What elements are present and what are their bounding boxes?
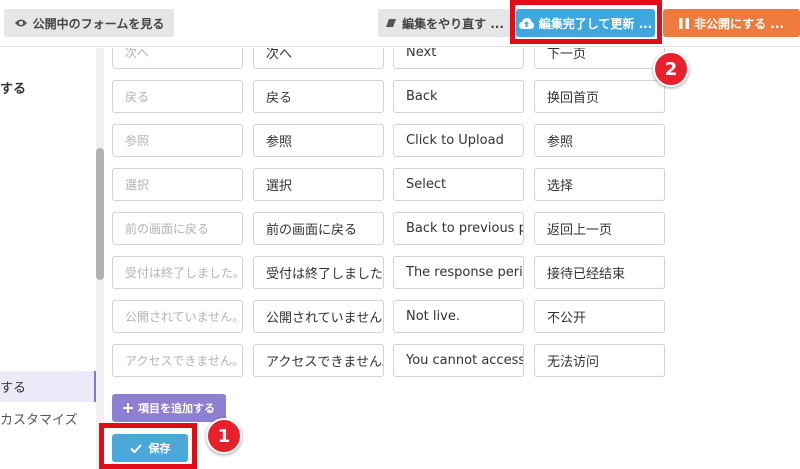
sidebar-title: する (0, 82, 27, 97)
make-private-button[interactable]: 非公開にする ... (663, 9, 800, 37)
highlight-box-save (99, 423, 197, 469)
placeholder-field[interactable]: 受付は終了しました。 (112, 256, 243, 289)
english-field[interactable]: You cannot access (393, 344, 524, 377)
chinese-field[interactable]: 选择 (534, 168, 665, 201)
step-badge-1: 1 (206, 418, 242, 454)
step-badge-2: 2 (653, 51, 689, 87)
placeholder-field[interactable]: 参照 (112, 124, 243, 157)
top-toolbar: 公開中のフォームを見る 編集をやり直す ... 編集完了して更新 ... 非公開… (0, 0, 800, 47)
english-field[interactable]: Click to Upload (393, 124, 524, 157)
eraser-icon (385, 18, 397, 28)
english-field[interactable]: Next (393, 48, 524, 69)
english-field[interactable]: The response perio (393, 256, 524, 289)
screen: 公開中のフォームを見る 編集をやり直す ... 編集完了して更新 ... 非公開… (0, 0, 800, 469)
add-item-button[interactable]: 項目を追加する (112, 394, 226, 422)
view-public-form-label: 公開中のフォームを見る (32, 16, 165, 31)
make-private-label: 非公開にする ... (694, 16, 784, 31)
sidebar-item-customize[interactable]: カスタマイズ (0, 409, 78, 428)
chinese-field[interactable]: 返回上一页 (534, 212, 665, 245)
sidebar-item-active[interactable]: する (0, 371, 96, 402)
chinese-field[interactable]: 换回首页 (534, 80, 665, 113)
redo-edit-button[interactable]: 編集をやり直す ... (378, 9, 511, 37)
placeholder-field[interactable]: 公開されていません。 (112, 300, 243, 333)
redo-edit-label: 編集をやり直す ... (402, 16, 504, 31)
add-item-label: 項目を追加する (138, 402, 215, 415)
sidebar: する する カスタマイズ (0, 48, 96, 469)
japanese-field[interactable]: 受付は終了しました。 (253, 256, 384, 289)
japanese-field[interactable]: 参照 (253, 124, 384, 157)
japanese-field[interactable]: 前の画面に戻る (253, 212, 384, 245)
chinese-field[interactable]: 无法访问 (534, 344, 665, 377)
english-field[interactable]: Back (393, 80, 524, 113)
english-field[interactable]: Back to previous pa (393, 212, 524, 245)
japanese-field[interactable]: 戻る (253, 80, 384, 113)
pause-icon (679, 17, 689, 29)
english-field[interactable]: Not live. (393, 300, 524, 333)
japanese-field[interactable]: 公開されていません。 (253, 300, 384, 333)
chinese-field[interactable]: 参照 (534, 124, 665, 157)
japanese-field[interactable]: アクセスできません。 (253, 344, 384, 377)
chinese-field[interactable]: 下一页 (534, 48, 665, 69)
english-field[interactable]: Select (393, 168, 524, 201)
view-public-form-button[interactable]: 公開中のフォームを見る (4, 9, 174, 37)
highlight-box-update (510, 0, 662, 44)
scrollbar-thumb[interactable] (96, 148, 104, 280)
placeholder-field[interactable]: 選択 (112, 168, 243, 201)
placeholder-field[interactable]: 前の画面に戻る (112, 212, 243, 245)
placeholder-field[interactable]: 次へ (112, 48, 243, 69)
japanese-field[interactable]: 選択 (253, 168, 384, 201)
plus-icon (123, 403, 133, 413)
eye-icon (14, 18, 28, 28)
chinese-field[interactable]: 不公开 (534, 300, 665, 333)
placeholder-field[interactable]: アクセスできません。 (112, 344, 243, 377)
placeholder-field[interactable]: 戻る (112, 80, 243, 113)
chinese-field[interactable]: 接待已经结束 (534, 256, 665, 289)
japanese-field[interactable]: 次へ (253, 48, 384, 69)
main-content: 次へ 次へ Next 下一页 戻る 戻る Back 换回首页 参照 参照 Click to Uplo… (104, 48, 800, 469)
